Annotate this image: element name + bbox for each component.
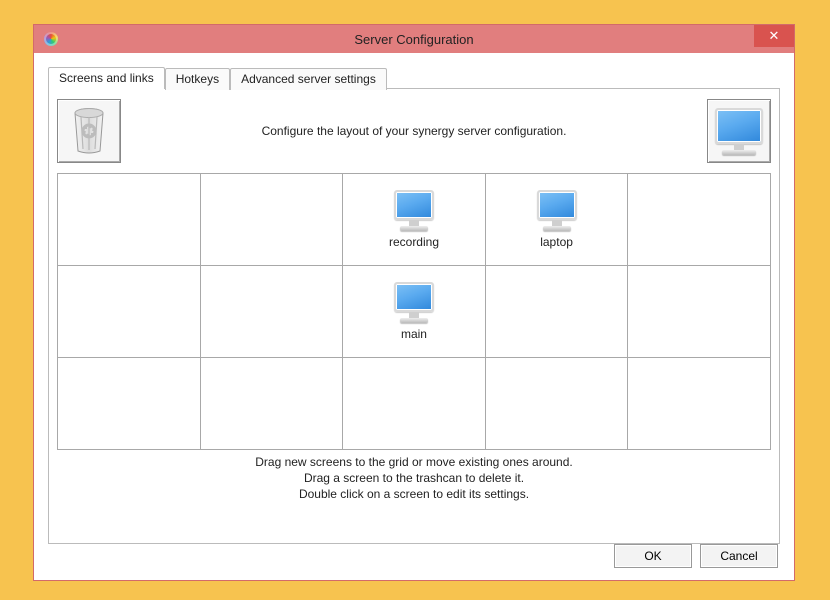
top-row: Configure the layout of your synergy ser… [57,97,771,165]
grid-cell[interactable] [58,174,201,266]
screens-grid[interactable]: recording laptop [57,173,771,450]
monitor-icon [715,108,763,155]
tab-panel-screens-and-links: Configure the layout of your synergy ser… [48,88,780,544]
tab-label: Advanced server settings [241,72,376,86]
monitor-icon [394,190,434,231]
grid-cell[interactable] [485,266,628,358]
screen-label: laptop [540,235,573,249]
grid-cell[interactable] [628,266,771,358]
grid-cell[interactable] [58,358,201,450]
grid-cell[interactable]: recording [343,174,486,266]
dialog-buttons: OK Cancel [48,544,780,568]
grid-cell[interactable] [343,358,486,450]
hint-line: Drag new screens to the grid or move exi… [57,454,771,470]
trash-icon [67,105,111,157]
new-screen-source[interactable] [707,99,771,163]
hint-line: Drag a screen to the trashcan to delete … [57,470,771,486]
close-icon: ✕ [769,28,780,44]
grid-cell[interactable] [485,358,628,450]
instructions-text: Configure the layout of your synergy ser… [121,124,707,138]
screen-label: recording [389,235,439,249]
grid-cell[interactable]: main [343,266,486,358]
tabs: Screens and links Hotkeys Advanced serve… [48,67,780,89]
grid-cell[interactable] [628,174,771,266]
app-icon [44,32,58,46]
grid-cell[interactable] [200,174,343,266]
server-config-window: Server Configuration ✕ Screens and links… [33,24,795,581]
monitor-icon [394,282,434,323]
grid-cell[interactable] [628,358,771,450]
tab-screens-and-links[interactable]: Screens and links [48,67,165,89]
tab-label: Hotkeys [176,72,219,86]
button-label: OK [644,549,661,563]
client-area: Screens and links Hotkeys Advanced serve… [34,53,794,580]
monitor-icon [537,190,577,231]
titlebar[interactable]: Server Configuration ✕ [34,25,794,53]
grid-cell[interactable] [200,358,343,450]
tab-advanced-server-settings[interactable]: Advanced server settings [230,68,387,90]
cancel-button[interactable]: Cancel [700,544,778,568]
trash-dropzone[interactable] [57,99,121,163]
hint-line: Double click on a screen to edit its set… [57,486,771,502]
grid-cell[interactable] [200,266,343,358]
screen-label: main [401,327,427,341]
window-title: Server Configuration [34,32,794,47]
hints: Drag new screens to the grid or move exi… [57,454,771,503]
tab-hotkeys[interactable]: Hotkeys [165,68,230,90]
close-button[interactable]: ✕ [754,25,794,47]
grid-cell[interactable]: laptop [485,174,628,266]
ok-button[interactable]: OK [614,544,692,568]
button-label: Cancel [720,549,757,563]
tab-label: Screens and links [59,71,154,85]
grid-cell[interactable] [58,266,201,358]
